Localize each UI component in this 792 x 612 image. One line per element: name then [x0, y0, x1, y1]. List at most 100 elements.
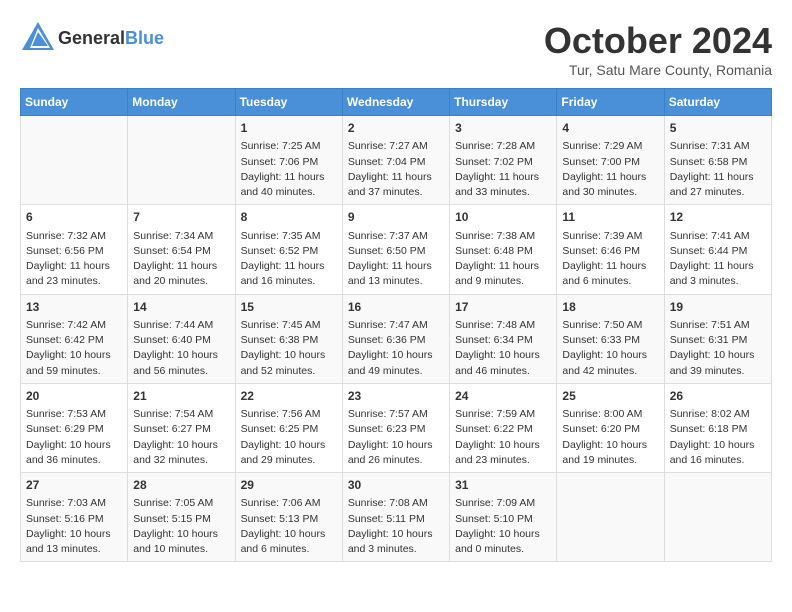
day-info-line: Sunset: 6:54 PM [133, 244, 229, 259]
calendar-cell: 11Sunrise: 7:39 AMSunset: 6:46 PMDayligh… [557, 205, 664, 294]
day-info-line: Daylight: 10 hours and 36 minutes. [26, 438, 122, 468]
day-info-line: Daylight: 10 hours and 3 minutes. [348, 527, 444, 557]
day-info-line: Sunset: 6:46 PM [562, 244, 658, 259]
calendar-cell: 9Sunrise: 7:37 AMSunset: 6:50 PMDaylight… [342, 205, 449, 294]
day-info-line: Sunset: 6:18 PM [670, 422, 766, 437]
day-info-line: Daylight: 10 hours and 10 minutes. [133, 527, 229, 557]
calendar-week-row: 20Sunrise: 7:53 AMSunset: 6:29 PMDayligh… [21, 383, 772, 472]
day-number: 4 [562, 120, 658, 137]
day-info-line: Sunrise: 7:05 AM [133, 496, 229, 511]
day-info-line: Daylight: 10 hours and 13 minutes. [26, 527, 122, 557]
day-info-line: Daylight: 11 hours and 20 minutes. [133, 259, 229, 289]
day-info-line: Sunset: 6:52 PM [241, 244, 337, 259]
day-info-line: Daylight: 11 hours and 40 minutes. [241, 170, 337, 200]
day-info-line: Sunrise: 7:47 AM [348, 318, 444, 333]
day-info-line: Daylight: 10 hours and 16 minutes. [670, 438, 766, 468]
day-info-line: Sunset: 6:50 PM [348, 244, 444, 259]
day-info-line: Sunrise: 7:54 AM [133, 407, 229, 422]
day-info-line: Sunset: 6:58 PM [670, 155, 766, 170]
day-number: 23 [348, 388, 444, 405]
calendar-cell: 20Sunrise: 7:53 AMSunset: 6:29 PMDayligh… [21, 383, 128, 472]
day-info-line: Daylight: 11 hours and 23 minutes. [26, 259, 122, 289]
day-number: 1 [241, 120, 337, 137]
calendar-cell [664, 473, 771, 562]
calendar-week-row: 13Sunrise: 7:42 AMSunset: 6:42 PMDayligh… [21, 294, 772, 383]
day-number: 10 [455, 209, 551, 226]
day-info-line: Sunrise: 7:50 AM [562, 318, 658, 333]
day-info-line: Sunrise: 7:28 AM [455, 139, 551, 154]
day-info-line: Daylight: 10 hours and 29 minutes. [241, 438, 337, 468]
calendar-cell: 31 Sunrise: 7:09 AMSunset: 5:10 PMDayligh… [450, 473, 557, 562]
calendar-cell: 18Sunrise: 7:50 AMSunset: 6:33 PMDayligh… [557, 294, 664, 383]
day-info-line: Sunset: 5:10 PM [455, 512, 551, 527]
day-info-line: Sunrise: 7:44 AM [133, 318, 229, 333]
logo-blue-text: Blue [125, 28, 164, 48]
day-number: 30 [348, 477, 444, 494]
day-info-line: Sunset: 6:31 PM [670, 333, 766, 348]
day-info-line: Daylight: 10 hours and 19 minutes. [562, 438, 658, 468]
day-number: 24 [455, 388, 551, 405]
day-info-line: Sunset: 7:04 PM [348, 155, 444, 170]
day-number: 2 [348, 120, 444, 137]
day-info-line: Daylight: 11 hours and 33 minutes. [455, 170, 551, 200]
day-info-line: Sunrise: 7:41 AM [670, 229, 766, 244]
day-info-line: Sunrise: 7:03 AM [26, 496, 122, 511]
day-number: 19 [670, 299, 766, 316]
calendar-cell: 19Sunrise: 7:51 AMSunset: 6:31 PMDayligh… [664, 294, 771, 383]
day-info-line: Daylight: 10 hours and 56 minutes. [133, 348, 229, 378]
calendar-cell: 25Sunrise: 8:00 AMSunset: 6:20 PMDayligh… [557, 383, 664, 472]
day-number: 9 [348, 209, 444, 226]
day-info-line: Sunrise: 7:42 AM [26, 318, 122, 333]
day-info-line: Sunrise: 7:57 AM [348, 407, 444, 422]
day-info-line: Daylight: 10 hours and 49 minutes. [348, 348, 444, 378]
day-info-line: Sunset: 7:06 PM [241, 155, 337, 170]
day-number: 27 [26, 477, 122, 494]
header-wednesday: Wednesday [342, 89, 449, 116]
day-info-line: Sunset: 6:29 PM [26, 422, 122, 437]
day-number: 14 [133, 299, 229, 316]
page-header: GeneralBlue October 2024 Tur, Satu Mare … [20, 20, 772, 78]
day-number: 7 [133, 209, 229, 226]
day-info-line: Sunset: 6:42 PM [26, 333, 122, 348]
day-info-line: Sunset: 5:11 PM [348, 512, 444, 527]
day-info-line: Sunset: 6:34 PM [455, 333, 551, 348]
calendar-cell: 1 Sunrise: 7:25 AMSunset: 7:06 PMDaylight… [235, 116, 342, 205]
calendar-cell: 14 Sunrise: 7:44 AMSunset: 6:40 PMDayligh… [128, 294, 235, 383]
day-info-line: Sunrise: 7:09 AM [455, 496, 551, 511]
day-info-line: Sunrise: 7:59 AM [455, 407, 551, 422]
calendar-cell: 16Sunrise: 7:47 AMSunset: 6:36 PMDayligh… [342, 294, 449, 383]
calendar-cell [128, 116, 235, 205]
day-info-line: Sunrise: 7:25 AM [241, 139, 337, 154]
day-info-line: Daylight: 11 hours and 37 minutes. [348, 170, 444, 200]
day-info-line: Sunset: 6:40 PM [133, 333, 229, 348]
day-info-line: Sunrise: 7:35 AM [241, 229, 337, 244]
day-number: 15 [241, 299, 337, 316]
day-info-line: Sunset: 6:20 PM [562, 422, 658, 437]
day-info-line: Sunrise: 7:51 AM [670, 318, 766, 333]
day-info-line: Daylight: 11 hours and 27 minutes. [670, 170, 766, 200]
calendar-cell: 7 Sunrise: 7:34 AMSunset: 6:54 PMDaylight… [128, 205, 235, 294]
calendar-cell: 30Sunrise: 7:08 AMSunset: 5:11 PMDayligh… [342, 473, 449, 562]
calendar-cell: 12Sunrise: 7:41 AMSunset: 6:44 PMDayligh… [664, 205, 771, 294]
day-info-line: Sunrise: 7:31 AM [670, 139, 766, 154]
day-info-line: Sunset: 5:15 PM [133, 512, 229, 527]
day-info-line: Sunrise: 7:34 AM [133, 229, 229, 244]
day-info-line: Sunrise: 7:53 AM [26, 407, 122, 422]
calendar-cell: 28Sunrise: 7:05 AMSunset: 5:15 PMDayligh… [128, 473, 235, 562]
day-number: 31 [455, 477, 551, 494]
day-info-line: Daylight: 11 hours and 16 minutes. [241, 259, 337, 289]
calendar-cell [21, 116, 128, 205]
logo: GeneralBlue [20, 20, 164, 56]
day-info-line: Sunset: 6:44 PM [670, 244, 766, 259]
day-info-line: Sunrise: 7:27 AM [348, 139, 444, 154]
day-info-line: Daylight: 11 hours and 9 minutes. [455, 259, 551, 289]
day-number: 17 [455, 299, 551, 316]
day-info-line: Sunset: 6:33 PM [562, 333, 658, 348]
day-number: 21 [133, 388, 229, 405]
calendar-cell: 21Sunrise: 7:54 AMSunset: 6:27 PMDayligh… [128, 383, 235, 472]
day-info-line: Sunrise: 8:02 AM [670, 407, 766, 422]
day-number: 12 [670, 209, 766, 226]
day-info-line: Daylight: 10 hours and 0 minutes. [455, 527, 551, 557]
logo-general-text: General [58, 28, 125, 48]
calendar-title: October 2024 [544, 20, 772, 62]
